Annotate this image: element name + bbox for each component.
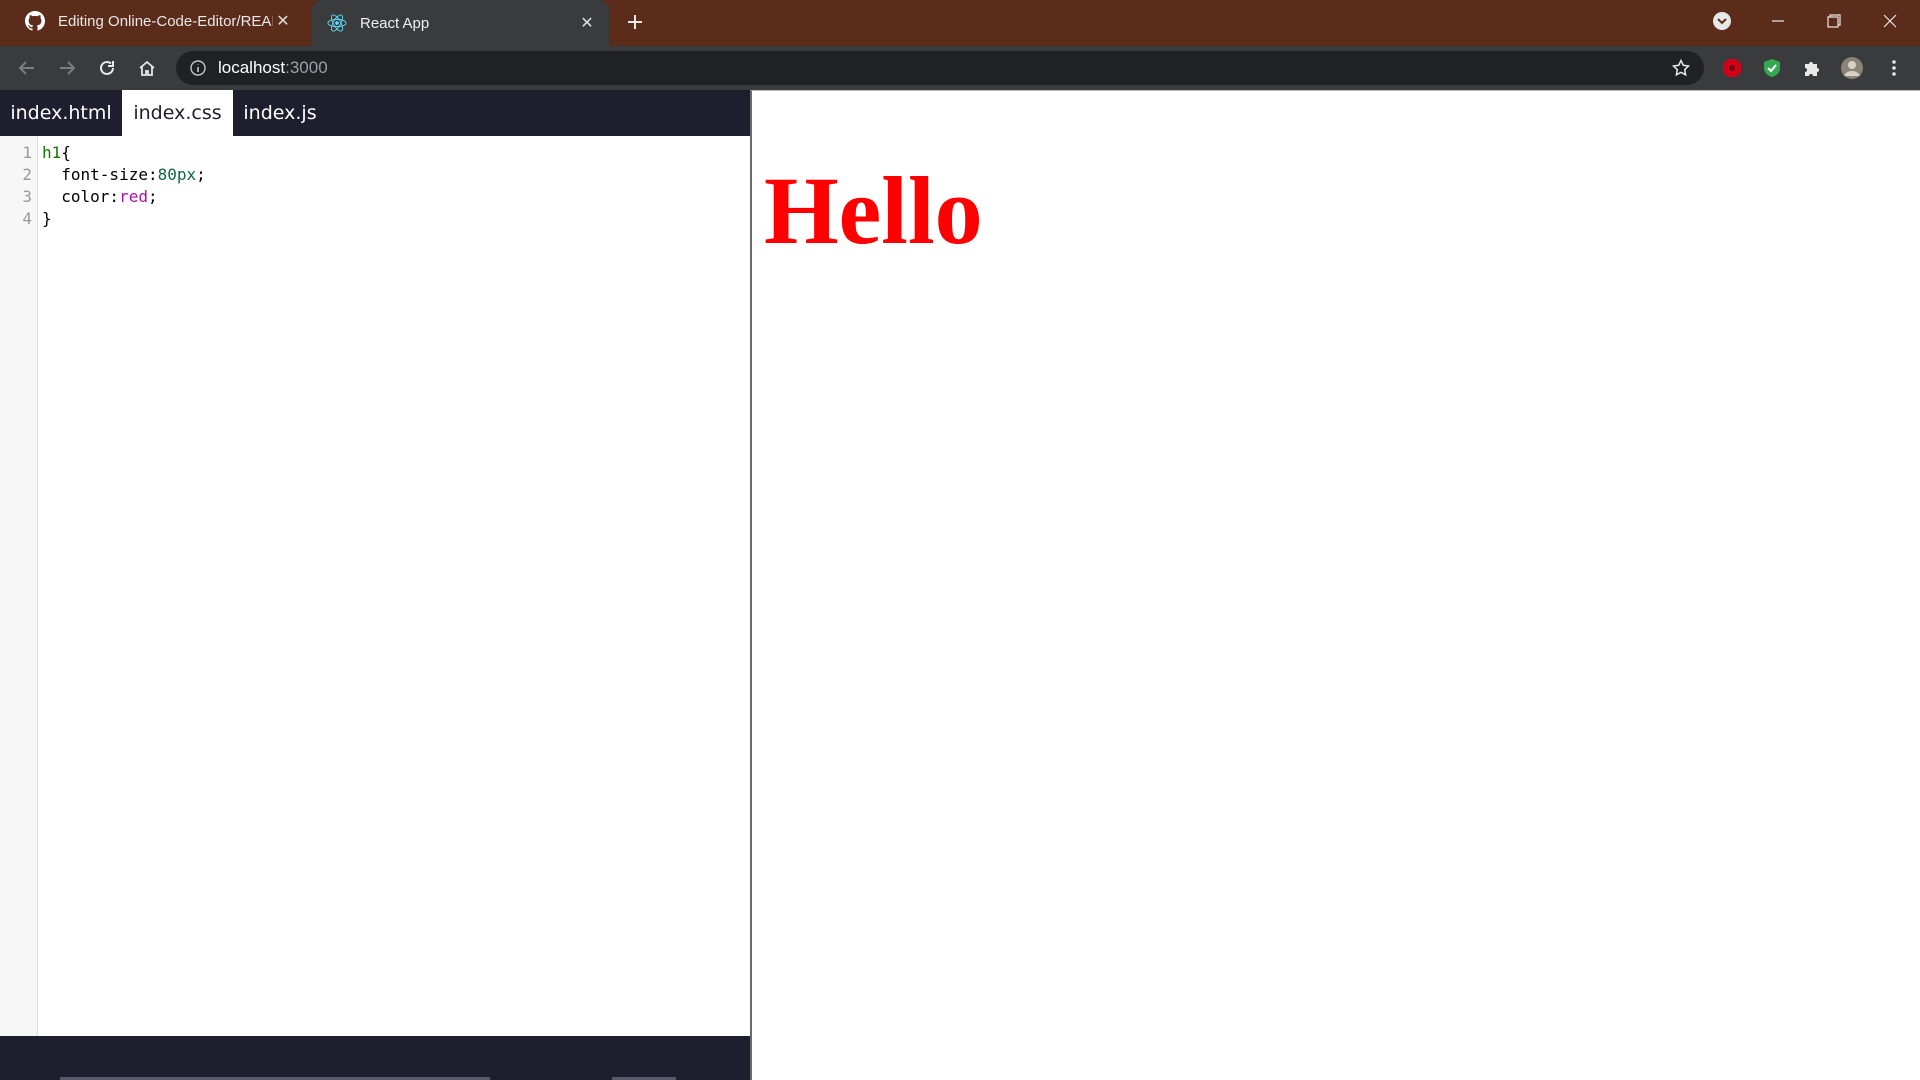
brace: { — [61, 143, 71, 162]
address-bar[interactable]: localhost:3000 — [176, 51, 1704, 85]
info-icon[interactable] — [188, 58, 208, 78]
code-line: h1{ — [42, 142, 71, 164]
semicolon: ; — [147, 187, 158, 206]
extension-adblock-button[interactable] — [1718, 54, 1746, 82]
close-window-button[interactable] — [1862, 0, 1918, 42]
line-number: 2 — [22, 165, 32, 184]
home-icon — [139, 60, 155, 76]
home-button[interactable] — [133, 54, 161, 82]
close-icon[interactable]: ✕ — [273, 11, 293, 31]
browser-menu-button[interactable] — [1880, 54, 1908, 82]
css-selector: h1 — [42, 143, 62, 162]
css-value: red — [119, 187, 148, 206]
line-number-gutter: 1 2 3 4 — [0, 136, 38, 1036]
code-editor-pane: index.html index.css index.js 1 2 3 4 h1… — [0, 90, 750, 1080]
tab-index-js[interactable]: index.js — [233, 90, 327, 136]
line-number: 1 — [22, 143, 32, 162]
preview-heading: Hello — [764, 157, 983, 264]
chevron-down-icon — [1713, 12, 1731, 30]
browser-tab-react[interactable]: React App ✕ — [312, 0, 609, 46]
browser-tab-title: Editing Online-Code-Editor/REAI — [58, 12, 273, 30]
close-icon — [1883, 14, 1897, 28]
bookmark-star-icon[interactable] — [1670, 57, 1692, 79]
browser-tab-title: React App — [360, 14, 430, 32]
avatar-icon — [1841, 57, 1863, 79]
puzzle-icon — [1805, 62, 1819, 76]
editor-footer — [0, 1036, 750, 1080]
code-line: } — [42, 208, 52, 230]
code-line: font-size:80px; — [42, 164, 206, 186]
semicolon: ; — [196, 165, 206, 184]
line-number: 4 — [22, 209, 32, 228]
back-button[interactable] — [13, 54, 41, 82]
forward-button[interactable] — [53, 54, 81, 82]
react-icon — [326, 12, 348, 34]
extension-shield-button[interactable] — [1758, 54, 1786, 82]
restore-icon — [1827, 14, 1841, 28]
profile-avatar[interactable] — [1838, 54, 1866, 82]
code-editor[interactable]: 1 2 3 4 h1{ font-size:80px; color:red; } — [0, 136, 750, 1036]
more-vert-icon — [1892, 60, 1896, 76]
restore-button[interactable] — [1806, 0, 1862, 42]
preview-pane: Hello — [750, 90, 1920, 1080]
minimize-button[interactable] — [1750, 0, 1806, 42]
tab-index-css[interactable]: index.css — [122, 90, 233, 136]
github-icon — [24, 10, 46, 32]
shield-icon — [1764, 59, 1780, 77]
line-number: 3 — [22, 187, 32, 206]
css-property: color: — [42, 187, 120, 206]
browser-tab-github[interactable]: Editing Online-Code-Editor/REAI ✕ — [10, 0, 305, 42]
tab-index-html[interactable]: index.html — [0, 90, 122, 136]
stop-sign-icon — [1723, 59, 1741, 77]
css-value: 80px — [157, 165, 197, 184]
plus-icon — [628, 15, 642, 29]
reload-icon — [100, 60, 114, 75]
url-text: localhost:3000 — [218, 58, 328, 78]
reload-button[interactable] — [93, 54, 121, 82]
arrow-right-icon — [60, 61, 76, 75]
brace: } — [42, 209, 52, 228]
extensions-button[interactable] — [1798, 54, 1826, 82]
url-host: localhost — [218, 58, 286, 77]
file-tabs: index.html index.css index.js — [0, 90, 750, 136]
new-tab-button[interactable] — [622, 9, 648, 35]
browser-toolbar: localhost:3000 — [0, 46, 1920, 90]
css-property: font-size: — [42, 165, 158, 184]
minimize-icon — [1772, 20, 1784, 22]
tab-search-button[interactable] — [1694, 0, 1750, 42]
close-icon[interactable]: ✕ — [577, 13, 597, 33]
url-port: :3000 — [285, 58, 328, 77]
code-line: color:red; — [42, 186, 158, 208]
browser-titlebar: Editing Online-Code-Editor/REAI ✕ React … — [0, 0, 1920, 46]
arrow-left-icon — [18, 61, 34, 75]
